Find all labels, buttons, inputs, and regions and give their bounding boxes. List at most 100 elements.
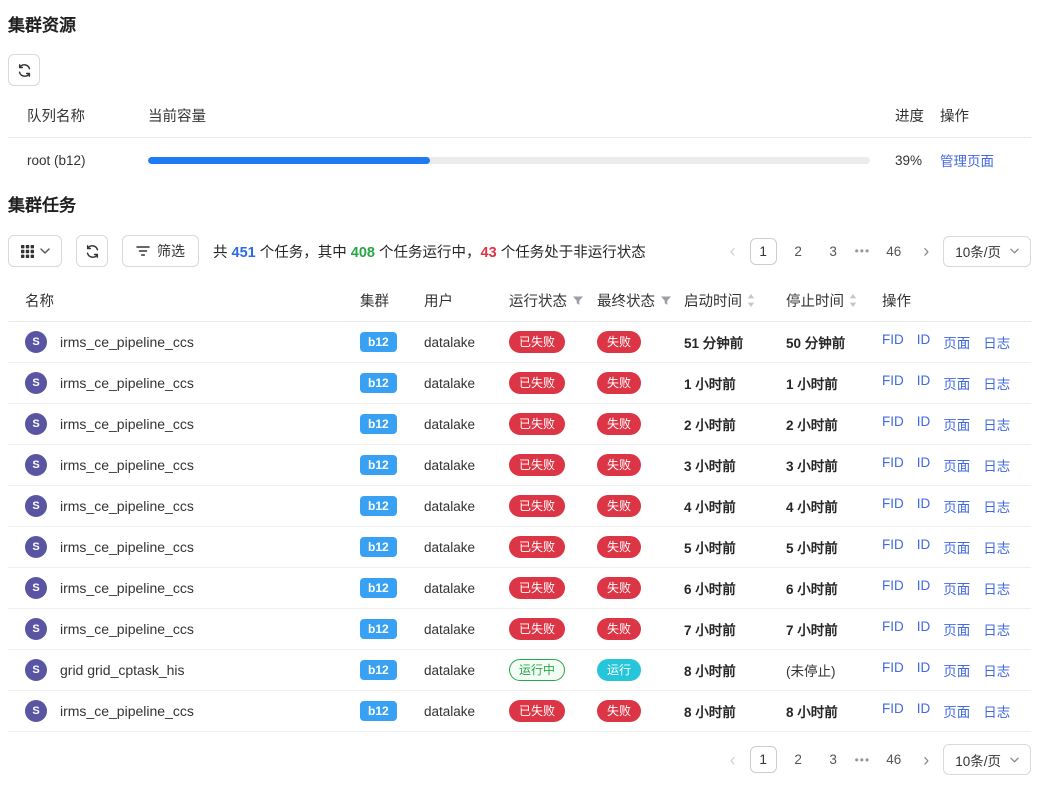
progress-header: 进度 bbox=[895, 105, 940, 126]
cluster-badge: b12 bbox=[360, 496, 397, 516]
log-link[interactable]: 日志 bbox=[983, 496, 1010, 516]
summary-text: 共 bbox=[213, 245, 232, 261]
page-link[interactable]: 页面 bbox=[943, 660, 970, 680]
fid-link[interactable]: FID bbox=[882, 414, 904, 434]
log-link[interactable]: 日志 bbox=[983, 578, 1010, 598]
id-link[interactable]: ID bbox=[917, 496, 931, 516]
task-name: irms_ce_pipeline_ccs bbox=[60, 539, 194, 555]
page-link[interactable]: 页面 bbox=[943, 373, 970, 393]
pager-next-icon[interactable]: › bbox=[917, 747, 935, 773]
page-link[interactable]: 页面 bbox=[943, 537, 970, 557]
start-time: 6 小时前 bbox=[684, 578, 786, 598]
filter-funnel-icon[interactable] bbox=[660, 295, 672, 307]
page-link[interactable]: 页面 bbox=[943, 332, 970, 352]
tasks-refresh-button[interactable] bbox=[76, 235, 108, 267]
user-header: 用户 bbox=[424, 290, 509, 311]
view-mode-dropdown-button[interactable] bbox=[8, 235, 62, 267]
cluster-badge: b12 bbox=[360, 414, 397, 434]
id-link[interactable]: ID bbox=[917, 455, 931, 475]
page-link[interactable]: 页面 bbox=[943, 701, 970, 721]
page-link[interactable]: 页面 bbox=[943, 455, 970, 475]
final-status-badge: 运行 bbox=[597, 659, 641, 681]
pager-page-last[interactable]: 46 bbox=[878, 746, 909, 773]
id-link[interactable]: ID bbox=[917, 414, 931, 434]
pager-prev-icon[interactable]: ‹ bbox=[724, 238, 742, 264]
run-status-badge: 已失败 bbox=[509, 618, 565, 640]
fid-link[interactable]: FID bbox=[882, 701, 904, 721]
cluster-header: 集群 bbox=[360, 290, 424, 311]
fid-link[interactable]: FID bbox=[882, 455, 904, 475]
final-status-badge: 失败 bbox=[597, 454, 641, 476]
log-link[interactable]: 日志 bbox=[983, 373, 1010, 393]
stop-time: 6 小时前 bbox=[786, 578, 882, 598]
id-link[interactable]: ID bbox=[917, 619, 931, 639]
pager-prev-icon[interactable]: ‹ bbox=[724, 747, 742, 773]
page-link[interactable]: 页面 bbox=[943, 414, 970, 434]
pager-page-2[interactable]: 2 bbox=[785, 746, 812, 773]
fid-link[interactable]: FID bbox=[882, 496, 904, 516]
page-size-select[interactable]: 10条/页 bbox=[943, 744, 1031, 775]
sort-icon[interactable] bbox=[747, 294, 755, 307]
table-row: S irms_ce_pipeline_ccs b12 datalake 已失败 … bbox=[8, 568, 1031, 609]
fid-link[interactable]: FID bbox=[882, 619, 904, 639]
progress-fill bbox=[148, 157, 430, 164]
page-link[interactable]: 页面 bbox=[943, 496, 970, 516]
log-link[interactable]: 日志 bbox=[983, 455, 1010, 475]
run-status-header: 运行状态 bbox=[509, 290, 567, 311]
start-time-header: 启动时间 bbox=[684, 290, 742, 311]
log-link[interactable]: 日志 bbox=[983, 332, 1010, 352]
refresh-icon bbox=[17, 63, 32, 78]
log-link[interactable]: 日志 bbox=[983, 537, 1010, 557]
pager-next-icon[interactable]: › bbox=[917, 238, 935, 264]
task-summary: 共 451 个任务，其中 408 个任务运行中，43 个任务处于非运行状态 bbox=[213, 241, 646, 262]
fid-link[interactable]: FID bbox=[882, 537, 904, 557]
user-name: datalake bbox=[424, 499, 509, 514]
fid-link[interactable]: FID bbox=[882, 373, 904, 393]
page-link[interactable]: 页面 bbox=[943, 578, 970, 598]
id-link[interactable]: ID bbox=[917, 373, 931, 393]
pager-page-1[interactable]: 1 bbox=[750, 238, 777, 265]
id-link[interactable]: ID bbox=[917, 660, 931, 680]
pager-page-2[interactable]: 2 bbox=[785, 238, 812, 265]
pager-page-3[interactable]: 3 bbox=[820, 238, 847, 265]
row-actions: FID ID 页面日志 bbox=[882, 332, 1031, 352]
log-link[interactable]: 日志 bbox=[983, 414, 1010, 434]
stop-time: 7 小时前 bbox=[786, 619, 882, 639]
resources-refresh-button[interactable] bbox=[8, 54, 40, 86]
fid-link[interactable]: FID bbox=[882, 332, 904, 352]
id-link[interactable]: ID bbox=[917, 332, 931, 352]
filter-button[interactable]: 筛选 bbox=[122, 235, 199, 267]
pager-ellipsis[interactable]: ••• bbox=[855, 753, 871, 767]
spark-avatar: S bbox=[25, 618, 47, 640]
start-time: 8 小时前 bbox=[684, 701, 786, 721]
chevron-down-icon bbox=[1010, 757, 1019, 763]
spark-avatar: S bbox=[25, 372, 47, 394]
filter-funnel-icon[interactable] bbox=[572, 295, 584, 307]
task-name: irms_ce_pipeline_ccs bbox=[60, 457, 194, 473]
tasks-table-header: 名称 集群 用户 运行状态 最终状态 启动时间 停止时间 操作 bbox=[8, 280, 1031, 322]
log-link[interactable]: 日志 bbox=[983, 619, 1010, 639]
id-link[interactable]: ID bbox=[917, 578, 931, 598]
spark-avatar: S bbox=[25, 454, 47, 476]
page-link[interactable]: 页面 bbox=[943, 619, 970, 639]
pager-ellipsis[interactable]: ••• bbox=[855, 244, 871, 258]
fid-link[interactable]: FID bbox=[882, 578, 904, 598]
manage-page-link[interactable]: 管理页面 bbox=[940, 154, 994, 169]
id-link[interactable]: ID bbox=[917, 701, 931, 721]
log-link[interactable]: 日志 bbox=[983, 701, 1010, 721]
sort-icon[interactable] bbox=[849, 294, 857, 307]
table-row: S irms_ce_pipeline_ccs b12 datalake 已失败 … bbox=[8, 322, 1031, 363]
pager-page-1[interactable]: 1 bbox=[750, 746, 777, 773]
stop-time-header: 停止时间 bbox=[786, 290, 844, 311]
fid-link[interactable]: FID bbox=[882, 660, 904, 680]
log-link[interactable]: 日志 bbox=[983, 660, 1010, 680]
task-name-cell: S irms_ce_pipeline_ccs bbox=[25, 577, 360, 599]
pager-page-last[interactable]: 46 bbox=[878, 238, 909, 265]
id-link[interactable]: ID bbox=[917, 537, 931, 557]
cluster-badge: b12 bbox=[360, 701, 397, 721]
pager-page-3[interactable]: 3 bbox=[820, 746, 847, 773]
resources-table-header: 队列名称 当前容量 进度 操作 bbox=[8, 94, 1031, 138]
table-row: S grid grid_cptask_his b12 datalake 运行中 … bbox=[8, 650, 1031, 691]
page-size-select[interactable]: 10条/页 bbox=[943, 236, 1031, 267]
page-size-value: 10条/页 bbox=[955, 750, 1001, 770]
